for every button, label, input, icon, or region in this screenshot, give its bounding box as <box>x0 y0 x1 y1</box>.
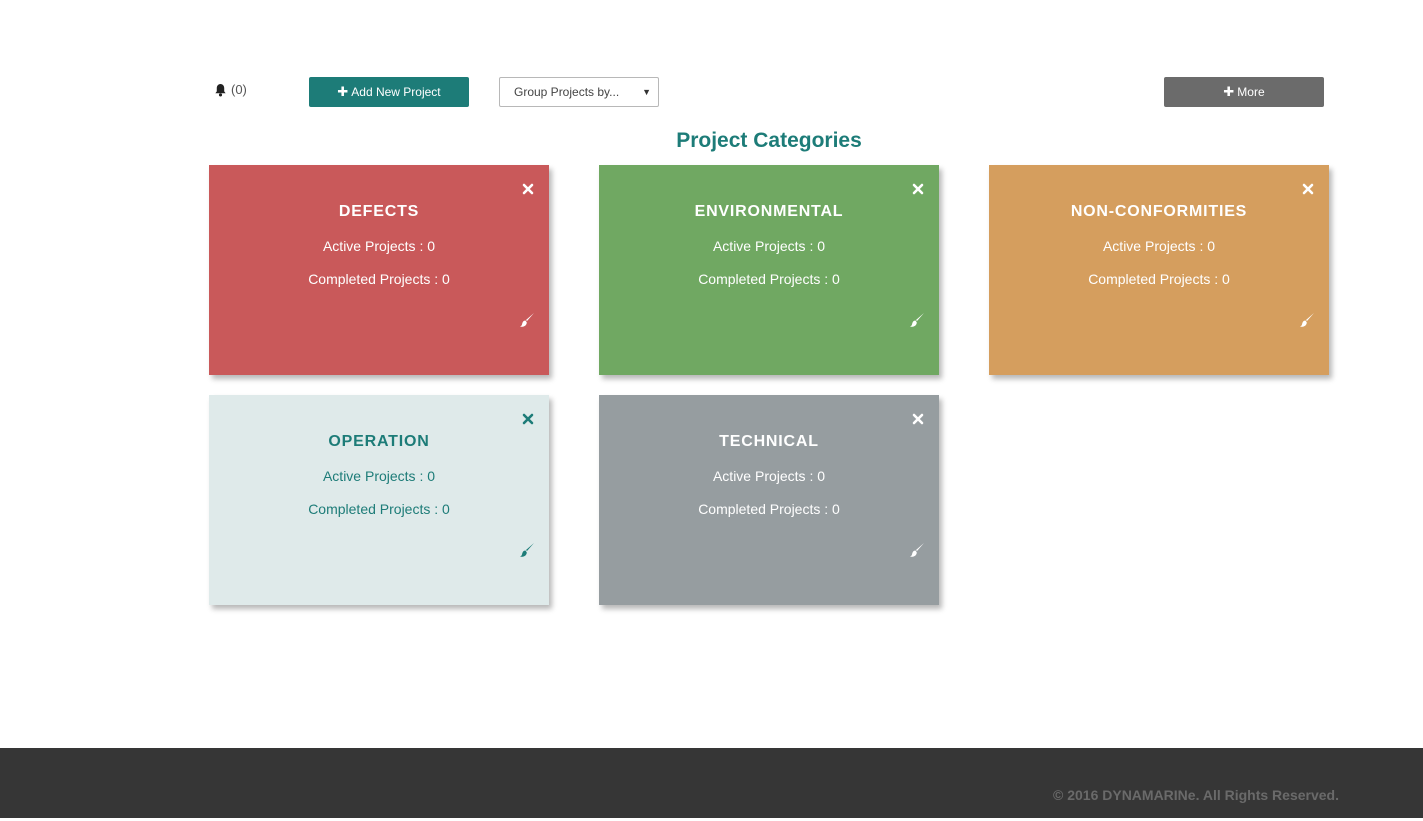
category-name: ENVIRONMENTAL <box>694 203 844 220</box>
completed-projects: Completed Projects : 0 <box>1088 271 1230 287</box>
paint-brush-icon[interactable] <box>909 312 925 328</box>
copyright-text: © 2016 DYNAMARINe. All Rights Reserved. <box>1053 787 1339 803</box>
category-card-operation[interactable]: OPERATION Active Projects : 0 Completed … <box>209 395 549 605</box>
add-new-project-label: Add New Project <box>351 85 441 99</box>
page-title: Project Categories <box>676 129 862 152</box>
category-card-technical[interactable]: TECHNICAL Active Projects : 0 Completed … <box>599 395 939 605</box>
paint-brush-icon[interactable] <box>1299 312 1315 328</box>
more-button[interactable]: ✚ More <box>1164 77 1324 107</box>
plus-icon: ✚ <box>1223 84 1235 99</box>
paint-brush-icon[interactable] <box>519 312 535 328</box>
active-projects: Active Projects : 0 <box>1102 238 1216 254</box>
category-card-environmental[interactable]: ENVIRONMENTAL Active Projects : 0 Comple… <box>599 165 939 375</box>
close-icon[interactable] <box>522 183 534 195</box>
group-projects-select[interactable]: Group Projects by... ▼ <box>499 77 659 107</box>
paint-brush-icon[interactable] <box>519 542 535 558</box>
close-icon[interactable] <box>912 183 924 195</box>
active-projects: Active Projects : 0 <box>322 238 436 254</box>
footer: © 2016 DYNAMARINe. All Rights Reserved. <box>0 748 1423 818</box>
bell-icon <box>215 83 226 96</box>
caret-down-icon: ▼ <box>642 87 651 97</box>
group-projects-value: Group Projects by... <box>514 85 620 99</box>
close-icon[interactable] <box>1302 183 1314 195</box>
completed-projects: Completed Projects : 0 <box>698 501 840 517</box>
page: (0) ✚ Add New Project Group Projects by.… <box>0 0 1423 821</box>
paint-brush-icon[interactable] <box>909 542 925 558</box>
category-name: TECHNICAL <box>719 433 819 450</box>
category-name: OPERATION <box>328 433 430 450</box>
completed-projects: Completed Projects : 0 <box>698 271 840 287</box>
active-projects: Active Projects : 0 <box>322 468 436 484</box>
notification-count: (0) <box>231 82 247 97</box>
notifications[interactable]: (0) <box>214 82 247 97</box>
completed-projects: Completed Projects : 0 <box>308 271 450 287</box>
close-icon[interactable] <box>522 413 534 425</box>
completed-projects: Completed Projects : 0 <box>308 501 450 517</box>
plus-icon: ✚ <box>337 84 349 99</box>
active-projects: Active Projects : 0 <box>712 238 826 254</box>
category-name: DEFECTS <box>338 203 420 220</box>
category-name: NON-CONFORMITIES <box>1070 203 1248 220</box>
close-icon[interactable] <box>912 413 924 425</box>
more-label: More <box>1237 85 1265 99</box>
category-card-defects[interactable]: DEFECTS Active Projects : 0 Completed Pr… <box>209 165 549 375</box>
active-projects: Active Projects : 0 <box>712 468 826 484</box>
category-card-non-conformities[interactable]: NON-CONFORMITIES Active Projects : 0 Com… <box>989 165 1329 375</box>
add-new-project-button[interactable]: ✚ Add New Project <box>309 77 469 107</box>
